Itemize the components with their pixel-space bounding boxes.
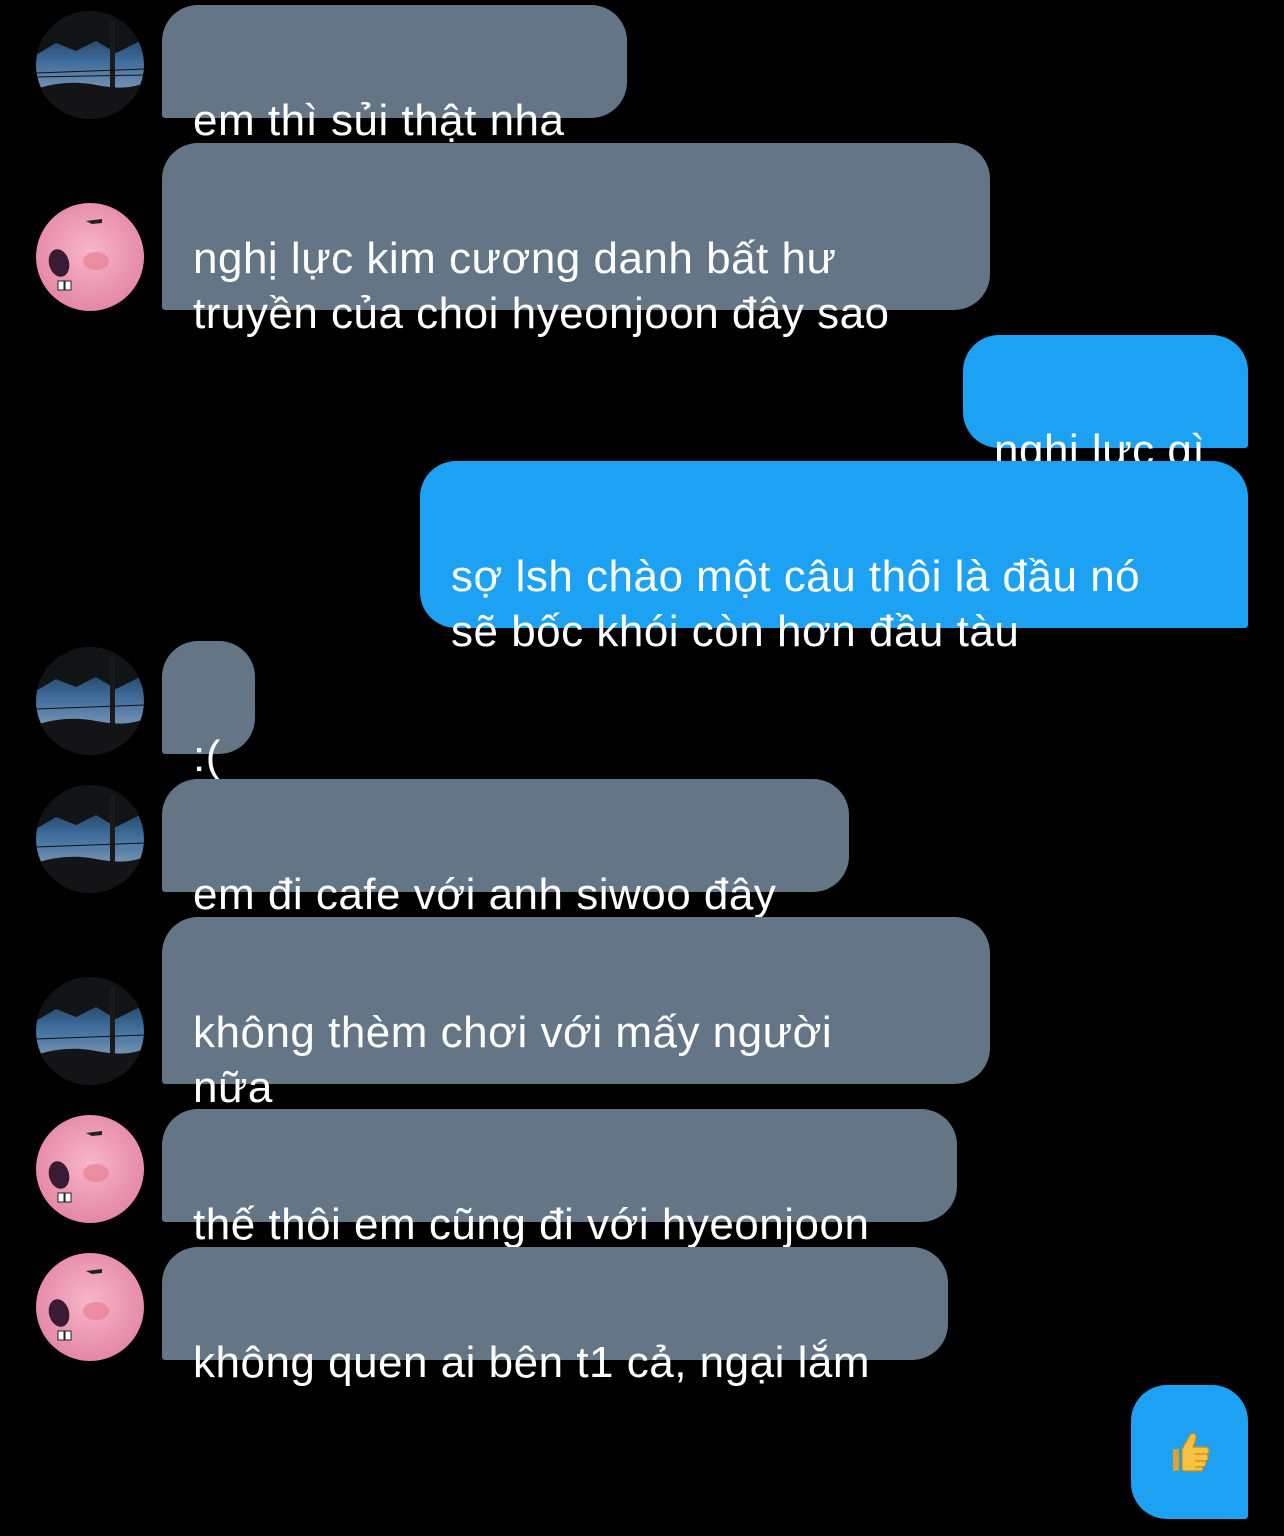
message-bubble[interactable]: không thèm chơi với mấy người nữa: [162, 917, 990, 1112]
avatar-tree-image: [36, 977, 144, 1085]
avatar-pink-image: [36, 1115, 144, 1223]
message-bubble[interactable]: sợ lsh chào một câu thôi là đầu nó sẽ bố…: [420, 461, 1248, 656]
message-text: không thèm chơi với mấy người nữa: [193, 1008, 833, 1112]
avatar-tree[interactable]: [36, 785, 144, 893]
message-text: nghị lực kim cương danh bất hư truyền củ…: [193, 234, 890, 338]
message-bubble[interactable]: nghị lực gì: [963, 335, 1248, 475]
avatar-tree[interactable]: [36, 11, 144, 119]
message-text: không quen ai bên t1 cả, ngại lắm: [193, 1338, 870, 1387]
thumbs-up-icon: [1172, 1432, 1210, 1472]
message-text: em đi cafe với anh siwoo đây: [193, 870, 777, 919]
message-bubble[interactable]: [1131, 1385, 1248, 1519]
avatar-pink-image: [36, 1253, 144, 1361]
avatar-pink[interactable]: [36, 1115, 144, 1223]
message-text: sợ lsh chào một câu thôi là đầu nó sẽ bố…: [451, 552, 1141, 656]
avatar-tree[interactable]: [36, 647, 144, 755]
message-bubble[interactable]: thế thôi em cũng đi với hyeonjoon: [162, 1109, 957, 1249]
avatar-pink-image: [36, 203, 144, 311]
avatar-tree-image: [36, 647, 144, 755]
message-text: thế thôi em cũng đi với hyeonjoon: [193, 1200, 870, 1249]
message-bubble[interactable]: em thì sủi thật nha: [162, 5, 627, 145]
message-bubble[interactable]: :(: [162, 641, 255, 781]
avatar-tree[interactable]: [36, 977, 144, 1085]
message-text: em thì sủi thật nha: [193, 96, 565, 145]
message-text: :(: [193, 732, 221, 781]
avatar-pink[interactable]: [36, 1253, 144, 1361]
avatar-pink[interactable]: [36, 203, 144, 311]
avatar-tree-image: [36, 11, 144, 119]
avatar-tree-image: [36, 785, 144, 893]
message-bubble[interactable]: không quen ai bên t1 cả, ngại lắm: [162, 1247, 948, 1387]
message-bubble[interactable]: nghị lực kim cương danh bất hư truyền củ…: [162, 143, 990, 338]
message-bubble[interactable]: em đi cafe với anh siwoo đây: [162, 779, 849, 919]
